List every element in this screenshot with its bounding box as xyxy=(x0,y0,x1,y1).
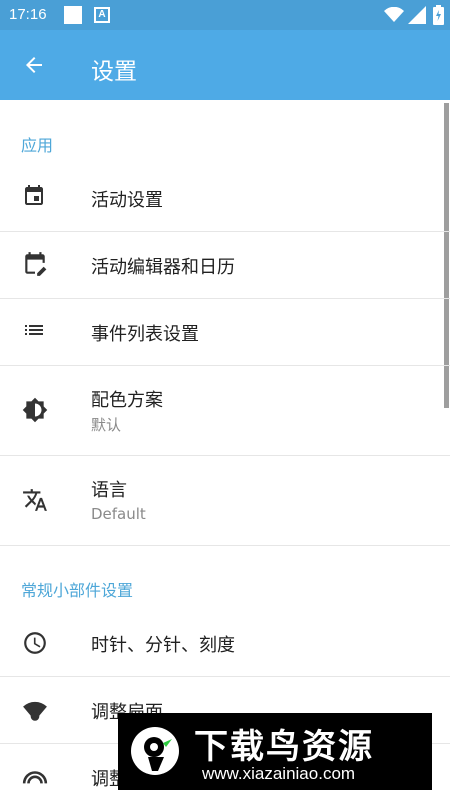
watermark-banner: 下载鸟资源 www.xiazainiao.com xyxy=(118,713,432,790)
notification-square-icon xyxy=(64,6,82,24)
settings-item-label: 语言 xyxy=(91,480,127,501)
settings-item-value: 默认 xyxy=(91,416,122,434)
translate-icon xyxy=(23,489,47,511)
app-bar: 设置 xyxy=(0,30,450,100)
settings-item-label: 配色方案 xyxy=(91,390,163,411)
settings-item-label: 活动编辑器和日历 xyxy=(91,257,235,278)
status-time: 17:16 xyxy=(9,6,47,23)
bird-logo-icon xyxy=(131,727,179,775)
section-header-app: 应用 xyxy=(21,136,54,155)
brightness-icon xyxy=(22,397,48,423)
settings-item-label: 事件列表设置 xyxy=(91,324,199,345)
settings-item-label: 时针、分针、刻度 xyxy=(91,635,235,656)
calendar-edit-icon xyxy=(25,252,47,276)
section-header-widget: 常规小部件设置 xyxy=(21,581,134,600)
notification-a-icon: A xyxy=(94,7,110,23)
watermark-title: 下载鸟资源 xyxy=(194,727,374,767)
status-bar: 17:16 A xyxy=(0,0,450,30)
clock-icon xyxy=(24,632,46,654)
wifi-icon xyxy=(384,7,404,22)
wifi-icon xyxy=(23,701,47,721)
list-icon xyxy=(25,325,43,335)
settings-item-value: Default xyxy=(91,505,146,523)
watermark-url: www.xiazainiao.com xyxy=(202,764,356,783)
settings-item-language[interactable]: 语言 Default xyxy=(0,456,450,546)
settings-item-event-list[interactable]: 事件列表设置 xyxy=(0,299,450,366)
settings-item-label: 活动设置 xyxy=(91,190,163,211)
signal-icon xyxy=(408,6,426,24)
calendar-icon xyxy=(25,185,43,205)
settings-item-color-scheme[interactable]: 配色方案 默认 xyxy=(0,366,450,456)
battery-icon xyxy=(433,5,444,25)
settings-item-activity[interactable]: 活动设置 xyxy=(0,165,450,232)
settings-item-clock-hands[interactable]: 时针、分针、刻度 xyxy=(0,610,450,677)
page-title: 设置 xyxy=(91,59,137,85)
settings-item-editor-calendar[interactable]: 活动编辑器和日历 xyxy=(0,232,450,299)
arc-icon xyxy=(22,771,48,784)
back-arrow-icon[interactable] xyxy=(22,53,46,77)
